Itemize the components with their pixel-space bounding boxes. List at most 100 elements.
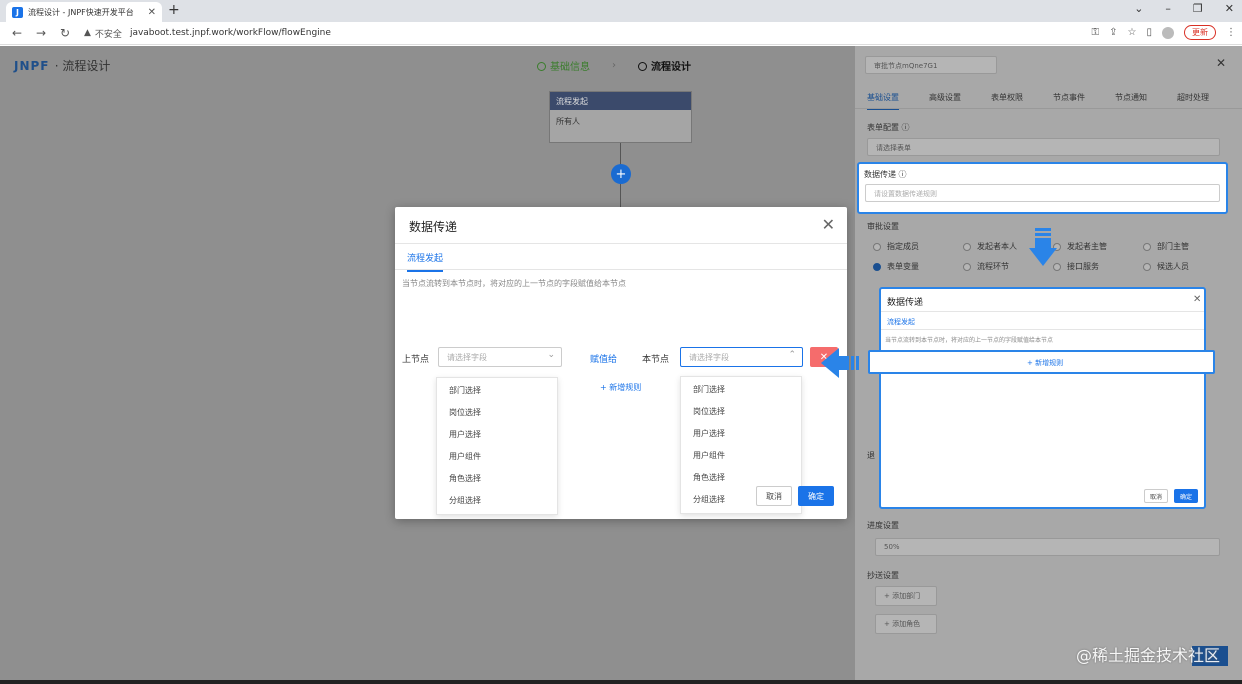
flow-start-node[interactable]: 流程发起 所有人 <box>549 91 692 143</box>
this-placeholder: 请选择字段 <box>689 353 729 362</box>
star-icon[interactable]: ☆ <box>1128 27 1137 38</box>
watermark: @稀土掘金技术社区 <box>1075 646 1220 665</box>
mini-data-pass-modal: 数据传递 ✕ 流程发起 当节点流转到本节点时，将对应的上一节点的字段赋值给本节点… <box>879 287 1206 509</box>
minimize-icon[interactable]: – <box>1165 2 1171 15</box>
dropdown-option[interactable]: 角色选择 <box>437 468 557 490</box>
dropdown-option[interactable]: 用户选择 <box>437 424 557 446</box>
avatar[interactable] <box>1162 26 1174 39</box>
radio-icon <box>963 242 971 251</box>
mini-ok-button[interactable]: 确定 <box>1174 489 1198 503</box>
radio-label: 候选人员 <box>1157 262 1189 271</box>
dropdown-option[interactable]: 岗位选择 <box>681 401 801 423</box>
update-button[interactable]: 更新 <box>1184 25 1216 40</box>
sidebar-icon[interactable]: ▯ <box>1146 27 1152 38</box>
form-config-label: 表单配置 ⓘ <box>867 122 910 133</box>
radio-option[interactable]: 发起者主管 <box>1053 241 1143 252</box>
upper-node-label: 上节点 <box>402 355 430 365</box>
dropdown-option[interactable]: 部门选择 <box>437 380 557 402</box>
data-pass-text: 数据传递 <box>864 170 896 179</box>
taskbar <box>0 680 1242 684</box>
form-select[interactable]: 请选择表单 <box>867 138 1220 156</box>
dropdown-option[interactable]: 分组选择 <box>437 490 557 512</box>
radio-option[interactable]: 候选人员 <box>1143 261 1233 272</box>
menu-icon[interactable]: ⋮ <box>1226 27 1236 38</box>
app-page: JNPF · 流程设计 基础信息 › 流程设计 流程发起 所有人 + 数据传递 … <box>0 46 1242 684</box>
progress-select[interactable]: 50% <box>875 538 1220 556</box>
radio-label: 发起者本人 <box>977 242 1017 251</box>
dropdown-option[interactable]: 用户组件 <box>437 446 557 468</box>
radio-label: 部门主管 <box>1157 242 1189 251</box>
tab-node-notify[interactable]: 节点通知 <box>1115 92 1147 103</box>
mini-add-rule-link[interactable]: + 新增规则 <box>1027 358 1063 368</box>
divider <box>395 269 847 270</box>
radio-label: 指定成员 <box>887 242 919 251</box>
data-pass-input[interactable]: 请设置数据传递规则 <box>865 184 1220 202</box>
tab-advanced-settings[interactable]: 高级设置 <box>929 92 961 103</box>
radio-option[interactable]: 表单变量 <box>873 261 963 272</box>
back-icon[interactable]: ← <box>10 26 24 40</box>
radio-label: 表单变量 <box>887 262 919 271</box>
approval-label: 审批设置 <box>867 222 899 231</box>
mini-add-rule-highlight: + 新增规则 <box>868 350 1215 374</box>
this-field-select[interactable]: 请选择字段 ⌃ <box>680 347 803 367</box>
tab-node-events[interactable]: 节点事件 <box>1053 92 1085 103</box>
step-basic-info[interactable]: 基础信息 <box>537 58 590 73</box>
ok-button[interactable]: 确定 <box>798 486 834 506</box>
assign-label: 赋值给 <box>590 355 618 365</box>
mini-cancel-button[interactable]: 取消 <box>1144 489 1168 503</box>
tab-form-permissions[interactable]: 表单权限 <box>991 92 1023 103</box>
divider <box>881 311 1204 312</box>
warning-icon: ▲ <box>84 28 91 38</box>
panel-close-icon[interactable]: ✕ <box>1216 56 1226 70</box>
chevron-down-icon[interactable]: ⌄ <box>1134 2 1143 15</box>
new-tab-icon[interactable]: + <box>168 2 180 18</box>
app-logo: JNPF · 流程设计 <box>14 57 110 74</box>
upper-placeholder: 请选择字段 <box>447 353 487 362</box>
browser-tab-bar: J 流程设计 - JNPF快速开发平台 ✕ + ⌄ – ❐ ✕ <box>0 0 1242 22</box>
upper-field-dropdown: 部门选择 岗位选择 用户选择 用户组件 角色选择 分组选择 <box>436 377 558 515</box>
close-icon[interactable]: ✕ <box>148 7 156 18</box>
forward-icon[interactable]: → <box>34 26 48 40</box>
dropdown-option[interactable]: 用户组件 <box>681 445 801 467</box>
data-pass-label: 数据传递 ⓘ <box>864 169 907 180</box>
add-rule-link[interactable]: + 新增规则 <box>600 382 641 393</box>
arrow-left-icon <box>821 348 859 378</box>
step-flow-design[interactable]: 流程设计 <box>638 58 691 73</box>
mini-tab[interactable]: 流程发起 <box>887 317 915 327</box>
dropdown-option[interactable]: 岗位选择 <box>437 402 557 424</box>
dropdown-option[interactable]: 部门选择 <box>681 379 801 401</box>
close-icon[interactable]: ✕ <box>1193 294 1201 305</box>
radio-option[interactable]: 接口服务 <box>1053 261 1143 272</box>
radio-icon <box>963 262 971 271</box>
add-role-button[interactable]: + 添加角色 <box>875 614 937 634</box>
radio-option[interactable]: 部门主管 <box>1143 241 1233 252</box>
circle-icon <box>638 62 647 71</box>
radio-icon <box>873 262 881 271</box>
url-box[interactable]: ▲ 不安全 javaboot.test.jnpf.work/workFlow/f… <box>84 27 331 40</box>
tab-timeout[interactable]: 超时处理 <box>1177 92 1209 103</box>
url-text[interactable]: javaboot.test.jnpf.work/workFlow/flowEng… <box>130 28 331 38</box>
upper-field-select[interactable]: 请选择字段 ⌄ <box>438 347 562 367</box>
close-icon[interactable]: ✕ <box>822 215 835 234</box>
reload-icon[interactable]: ↻ <box>58 26 72 40</box>
divider <box>855 108 1242 109</box>
step-bar: 基础信息 › 流程设计 <box>537 58 691 73</box>
add-dept-button[interactable]: + 添加部门 <box>875 586 937 606</box>
key-icon[interactable]: ⚿ <box>1092 27 1100 38</box>
security-label: 不安全 <box>94 29 122 40</box>
add-node-button[interactable]: + <box>611 164 631 184</box>
dropdown-option[interactable]: 用户选择 <box>681 423 801 445</box>
share-icon[interactable]: ⇪ <box>1109 27 1117 38</box>
cancel-button[interactable]: 取消 <box>756 486 792 506</box>
radio-icon <box>873 242 881 251</box>
form-config-text: 表单配置 <box>867 123 899 132</box>
radio-option[interactable]: 指定成员 <box>873 241 963 252</box>
flow-node-title: 流程发起 <box>550 92 691 110</box>
window-close-icon[interactable]: ✕ <box>1225 2 1234 15</box>
address-bar: ← → ↻ ▲ 不安全 javaboot.test.jnpf.work/work… <box>0 22 1242 45</box>
browser-tab[interactable]: J 流程设计 - JNPF快速开发平台 ✕ <box>6 2 162 22</box>
restore-icon[interactable]: ❐ <box>1193 2 1203 15</box>
node-id-input[interactable]: 审批节点mQne7G1 <box>865 56 997 74</box>
progress-label: 进度设置 <box>867 521 899 530</box>
modal-hint: 当节点流转到本节点时，将对应的上一节点的字段赋值给本节点 <box>402 279 626 288</box>
